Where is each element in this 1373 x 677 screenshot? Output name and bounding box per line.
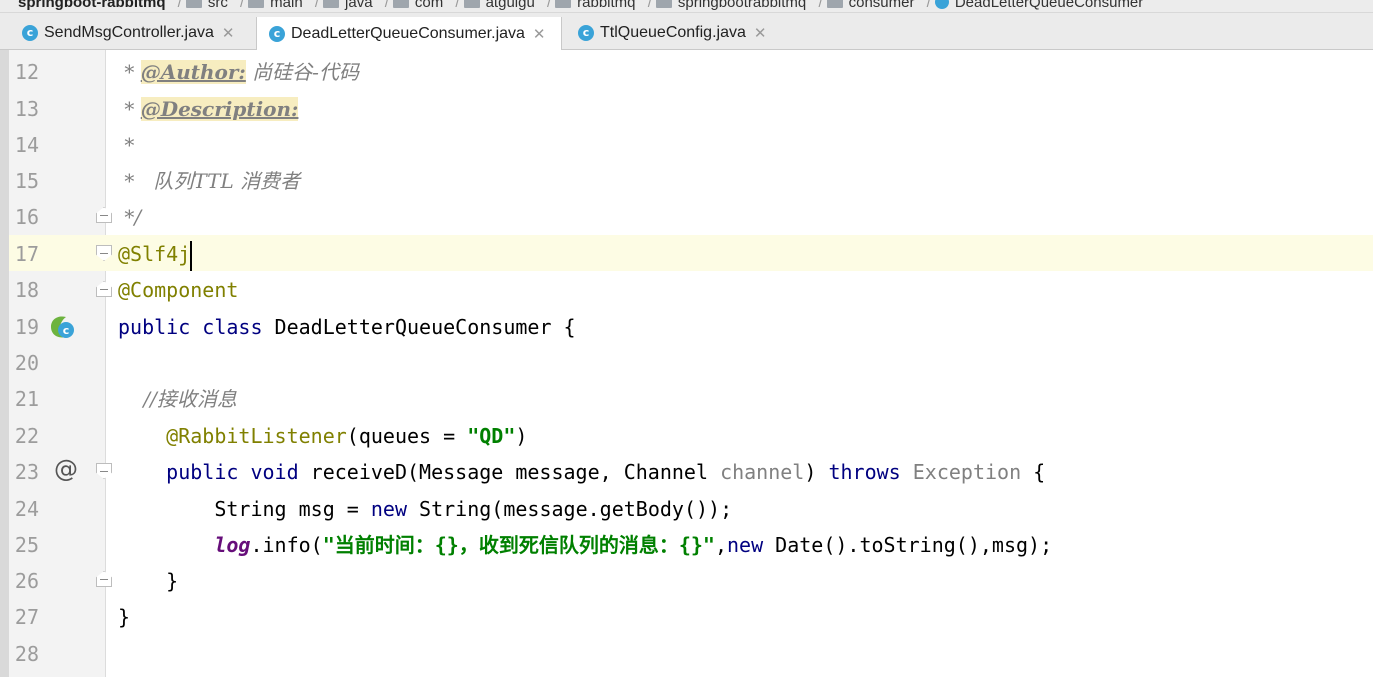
breadcrumb-item[interactable]: / main (238, 0, 303, 11)
tab-ttl-queue-config[interactable]: c TtlQueueConfig.java ✕ (566, 17, 780, 48)
code-line-23[interactable]: public void receiveD(Message message, Ch… (118, 454, 1045, 490)
breadcrumb-project[interactable]: springboot-rabbitmq (18, 0, 165, 11)
line-number: 16 (14, 205, 39, 229)
folder-icon (323, 0, 340, 8)
text-caret (190, 240, 193, 271)
close-icon[interactable]: ✕ (222, 24, 235, 42)
line-number: 28 (14, 642, 39, 666)
class-icon (934, 0, 949, 9)
line-number: 25 (14, 533, 39, 557)
breadcrumb-item[interactable]: / com (383, 0, 443, 11)
folder-icon (248, 0, 265, 8)
package-icon (392, 0, 409, 8)
navigation-breadcrumb: springboot-rabbitmq / src / main / java / co… (0, 0, 1373, 13)
breadcrumb-item[interactable]: / DeadLetterQueueConsumer (925, 0, 1143, 11)
svg-text:c: c (63, 324, 70, 337)
line-number: 24 (14, 497, 39, 521)
breadcrumb-item[interactable]: / java (313, 0, 373, 11)
code-line-15[interactable]: * 队列TTL 消费者 (118, 163, 300, 199)
code-line-17[interactable]: @Slf4j (118, 236, 193, 272)
line-number: 27 (14, 605, 39, 629)
code-line-16[interactable]: */ (118, 199, 141, 235)
line-number: 15 (14, 169, 39, 193)
breadcrumb-item[interactable]: / src (176, 0, 228, 11)
package-icon (555, 0, 572, 8)
code-editor[interactable] (106, 50, 1373, 677)
tab-label: DeadLetterQueueConsumer.java (291, 24, 525, 42)
folder-icon (185, 0, 202, 8)
tab-label: SendMsgController.java (44, 23, 214, 41)
line-number: 21 (14, 387, 39, 411)
code-line-19[interactable]: public class DeadLetterQueueConsumer { (118, 309, 576, 345)
at-sign-icon[interactable]: @ (54, 455, 78, 483)
line-number: 17 (14, 242, 39, 266)
package-icon (655, 0, 672, 8)
code-line-12[interactable]: * @Author: 尚硅谷-代码 (118, 54, 359, 90)
line-number: 18 (14, 278, 39, 302)
code-line-24[interactable]: String msg = new String(message.getBody(… (118, 491, 732, 527)
breadcrumb-item[interactable]: / atguigu (453, 0, 535, 11)
line-number: 23 (14, 460, 39, 484)
line-number: 13 (14, 97, 39, 121)
line-number: 20 (14, 351, 39, 375)
code-line-27[interactable]: } (118, 599, 130, 635)
class-icon: c (578, 24, 594, 41)
code-line-22[interactable]: @RabbitListener(queues = "QD") (118, 418, 527, 454)
line-number: 14 (14, 133, 39, 157)
tab-label: TtlQueueConfig.java (600, 23, 746, 41)
package-icon (826, 0, 843, 8)
line-number: 19 (14, 315, 39, 339)
code-line-25[interactable]: log.info("当前时间：{}，收到死信队列的消息：{}",new Date… (118, 527, 1052, 563)
spring-bean-icon[interactable]: c (48, 313, 76, 341)
close-icon[interactable]: ✕ (754, 24, 767, 42)
line-number: 26 (14, 569, 39, 593)
editor-tab-bar: c SendMsgController.java ✕ c DeadLetterQ… (0, 13, 1373, 50)
code-line-13[interactable]: * @Description: (118, 91, 299, 127)
line-number: 22 (14, 424, 39, 448)
package-icon (463, 0, 480, 8)
tab-dead-letter-queue-consumer[interactable]: c DeadLetterQueueConsumer.java ✕ (256, 17, 562, 50)
code-line-14[interactable]: * (118, 127, 134, 163)
caret-line-highlight (9, 235, 1373, 271)
code-line-21[interactable]: //接收消息 (118, 381, 236, 417)
close-icon[interactable]: ✕ (533, 25, 546, 43)
code-line-18[interactable]: @Component (118, 272, 238, 308)
line-number: 12 (14, 60, 39, 84)
class-icon: c (269, 25, 285, 42)
tool-window-strip[interactable] (0, 50, 9, 677)
tab-send-msg-controller[interactable]: c SendMsgController.java ✕ (10, 17, 254, 48)
code-line-26[interactable]: } (118, 563, 178, 599)
breadcrumb-item[interactable]: / springbootrabbitmq (646, 0, 806, 11)
breadcrumb-item[interactable]: / rabbitmq (545, 0, 636, 11)
class-icon: c (22, 24, 38, 41)
breadcrumb-item[interactable]: / consumer (816, 0, 914, 11)
